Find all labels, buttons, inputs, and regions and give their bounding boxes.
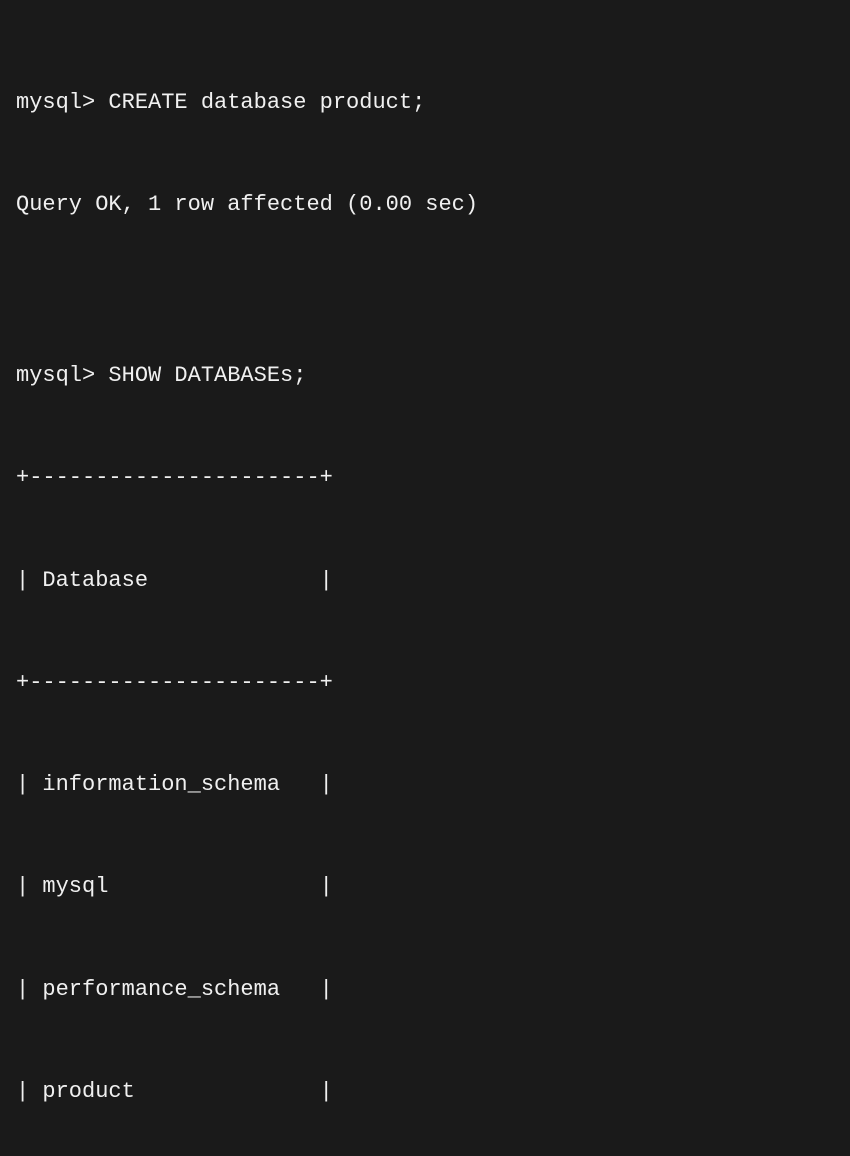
terminal-line-9: | mysql | — [16, 870, 834, 904]
terminal-line-2: Query OK, 1 row affected (0.00 sec) — [16, 188, 834, 222]
terminal-line-1: mysql> CREATE database product; — [16, 86, 834, 120]
terminal-line-6: | Database | — [16, 564, 834, 598]
terminal-line-7: +----------------------+ — [16, 666, 834, 700]
terminal-line-11: | product | — [16, 1075, 834, 1109]
terminal-line-5: +----------------------+ — [16, 461, 834, 495]
terminal-line-8: | information_schema | — [16, 768, 834, 802]
terminal-window[interactable]: mysql> CREATE database product; Query OK… — [0, 0, 850, 578]
terminal-line-10: | performance_schema | — [16, 973, 834, 1007]
terminal-line-4: mysql> SHOW DATABASEs; — [16, 359, 834, 393]
